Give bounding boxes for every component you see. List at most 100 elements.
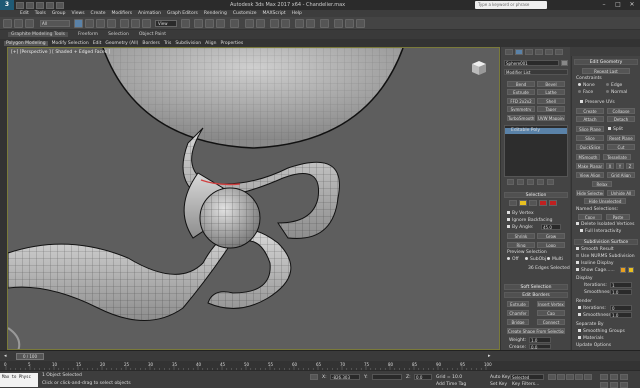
menu-item-customize[interactable]: Customize <box>233 11 257 16</box>
display-smoothness-field[interactable]: 1.0 <box>610 289 632 295</box>
redo-icon[interactable] <box>56 1 64 9</box>
edit-geometry-header[interactable]: Edit Geometry <box>574 59 638 65</box>
scene-explorer-icon[interactable] <box>281 19 290 28</box>
edge-mode-icon[interactable] <box>519 200 527 206</box>
border-mode-icon[interactable] <box>529 200 537 206</box>
tab-freeform[interactable]: Freeform <box>78 32 98 37</box>
menu-item-maxscript[interactable]: MAXScript <box>263 11 286 16</box>
cage-color-swatch[interactable] <box>620 267 626 273</box>
slice-plane-button[interactable]: Slice Plane <box>576 126 604 132</box>
materials-checkbox[interactable]: Materials <box>578 336 604 341</box>
key-filters-button[interactable]: Key Filters... <box>512 382 539 387</box>
named-selection-icon[interactable] <box>230 19 239 28</box>
unlink-icon[interactable] <box>25 19 34 28</box>
close-icon[interactable]: ✕ <box>625 0 639 9</box>
bridge-button[interactable]: Bridge <box>507 319 529 325</box>
paste-button[interactable]: Paste <box>606 214 630 220</box>
planar-x-button[interactable]: X <box>606 163 614 169</box>
window-crossing-icon[interactable] <box>107 19 116 28</box>
make-unique-icon[interactable] <box>527 179 534 185</box>
subtab-subdivision[interactable]: Subdivision <box>175 41 201 46</box>
render-setup-icon[interactable] <box>334 19 343 28</box>
planar-y-button[interactable]: Y <box>616 163 624 169</box>
polygon-mode-icon[interactable] <box>539 200 547 206</box>
isoline-display-checkbox[interactable]: Isoline Display <box>576 261 614 266</box>
configure-sets-icon[interactable] <box>547 179 554 185</box>
render-iterations-checkbox[interactable]: Iterations: <box>578 306 606 311</box>
turbosmooth-button[interactable]: TurboSmooth <box>507 115 535 121</box>
preview-off-radio[interactable]: Off <box>507 257 519 262</box>
smoothing-groups-checkbox[interactable]: Smoothing Groups <box>578 329 625 334</box>
menu-item-views[interactable]: Views <box>72 11 85 16</box>
chamfer-button[interactable]: Chamfer <box>507 310 529 316</box>
zoom-all-icon[interactable] <box>610 374 618 380</box>
rotate-icon[interactable] <box>131 19 140 28</box>
relax-button[interactable]: Relax <box>592 181 612 187</box>
quickslice-button[interactable]: QuickSlice <box>576 144 604 150</box>
crease-field[interactable]: 0.0 <box>529 344 551 350</box>
layer-icon[interactable] <box>270 19 279 28</box>
percent-snap-icon[interactable] <box>216 19 225 28</box>
subtab-polygon-modeling[interactable]: Polygon Modeling <box>4 40 48 46</box>
menu-item-create[interactable]: Create <box>91 11 106 16</box>
collapse-button[interactable]: Collapse <box>607 108 635 114</box>
lock-selection-icon[interactable] <box>310 374 318 380</box>
hide-selected-button[interactable]: Hide Selected <box>576 190 604 196</box>
bevel-button[interactable]: Bevel <box>537 81 565 87</box>
constraint-face-radio[interactable]: Face <box>578 90 593 95</box>
angle-snap-icon[interactable] <box>205 19 214 28</box>
motion-tab-icon[interactable] <box>535 49 543 55</box>
preserve-uvs-checkbox[interactable]: Preserve UVs <box>580 100 615 105</box>
track-bar[interactable]: 0 5 10 15 20 25 30 35 40 45 50 55 60 65 … <box>0 361 640 370</box>
preview-subobj-radio[interactable]: SubObj <box>525 257 546 262</box>
render-smoothness-field[interactable]: 1.0 <box>610 312 632 318</box>
viewport-label[interactable]: [+] [Perspective ] [ Shaded + Edged Face… <box>11 50 110 55</box>
lathe-button[interactable]: Lathe <box>537 89 565 95</box>
modifier-list-dropdown[interactable]: Modifier List <box>504 69 568 75</box>
connect-button[interactable]: Connect <box>537 319 565 325</box>
select-object-icon[interactable] <box>74 19 83 28</box>
extrude-mod-button[interactable]: Extrude <box>507 89 535 95</box>
subtab-properties[interactable]: Properties <box>220 41 243 46</box>
time-slider[interactable]: 0 / 100 ◂ ▸ <box>0 350 640 361</box>
select-by-name-icon[interactable] <box>85 19 94 28</box>
pivot-icon[interactable] <box>181 19 190 28</box>
soft-selection-header[interactable]: Soft Selection <box>504 284 568 290</box>
ffd-button[interactable]: FFD 2x2x2 <box>507 98 535 104</box>
shell-button[interactable]: Shell <box>537 98 565 104</box>
cap-button[interactable]: Cap <box>537 310 565 316</box>
show-cage-checkbox[interactable]: Show Cage...... <box>576 268 615 273</box>
goto-end-icon[interactable] <box>584 374 592 380</box>
subtab-align[interactable]: Align <box>205 41 216 46</box>
scale-icon[interactable] <box>142 19 151 28</box>
object-color-swatch[interactable] <box>561 60 568 66</box>
loop-button[interactable]: Loop <box>537 242 565 248</box>
maxscript-listener[interactable]: Max to Physc <box>0 373 38 387</box>
grow-button[interactable]: Grow <box>537 233 565 239</box>
tab-object-paint[interactable]: Object Paint <box>139 32 166 37</box>
tab-graphite-modeling[interactable]: Graphite Modeling Tools <box>8 32 69 37</box>
constraint-edge-radio[interactable]: Edge <box>606 83 622 88</box>
repeat-last-button[interactable]: Repeat Last <box>582 68 630 74</box>
by-vertex-checkbox[interactable]: By Vertex <box>507 211 534 216</box>
shrink-button[interactable]: Shrink <box>507 233 535 239</box>
open-file-icon[interactable] <box>26 1 34 9</box>
taper-button[interactable]: Taper <box>537 106 565 112</box>
ring-button[interactable]: Ring <box>507 242 535 248</box>
slice-button[interactable]: Slice <box>576 135 604 141</box>
preview-multi-radio[interactable]: Multi <box>547 257 563 262</box>
rect-selection-icon[interactable] <box>96 19 105 28</box>
search-input[interactable]: Type a keyword or phrase <box>475 1 547 9</box>
hierarchy-tab-icon[interactable] <box>525 49 533 55</box>
maximize-icon[interactable]: □ <box>611 0 625 9</box>
stack-item-editable-poly[interactable]: Editable Poly <box>505 128 567 134</box>
tessellate-button[interactable]: Tessellate <box>603 154 631 160</box>
perspective-viewport[interactable]: [+] [Perspective ] [ Shaded + Edged Face… <box>7 47 500 350</box>
add-time-tag[interactable]: Add Time Tag <box>436 382 466 387</box>
prev-frame-icon[interactable]: ◂ <box>4 353 7 359</box>
split-checkbox[interactable]: Split <box>608 127 623 132</box>
subtab-modify-selection[interactable]: Modify Selection <box>52 41 89 46</box>
field-of-view-icon[interactable] <box>610 382 618 388</box>
set-key-button[interactable]: Set Key <box>490 382 507 387</box>
bend-button[interactable]: Bend <box>507 81 535 87</box>
